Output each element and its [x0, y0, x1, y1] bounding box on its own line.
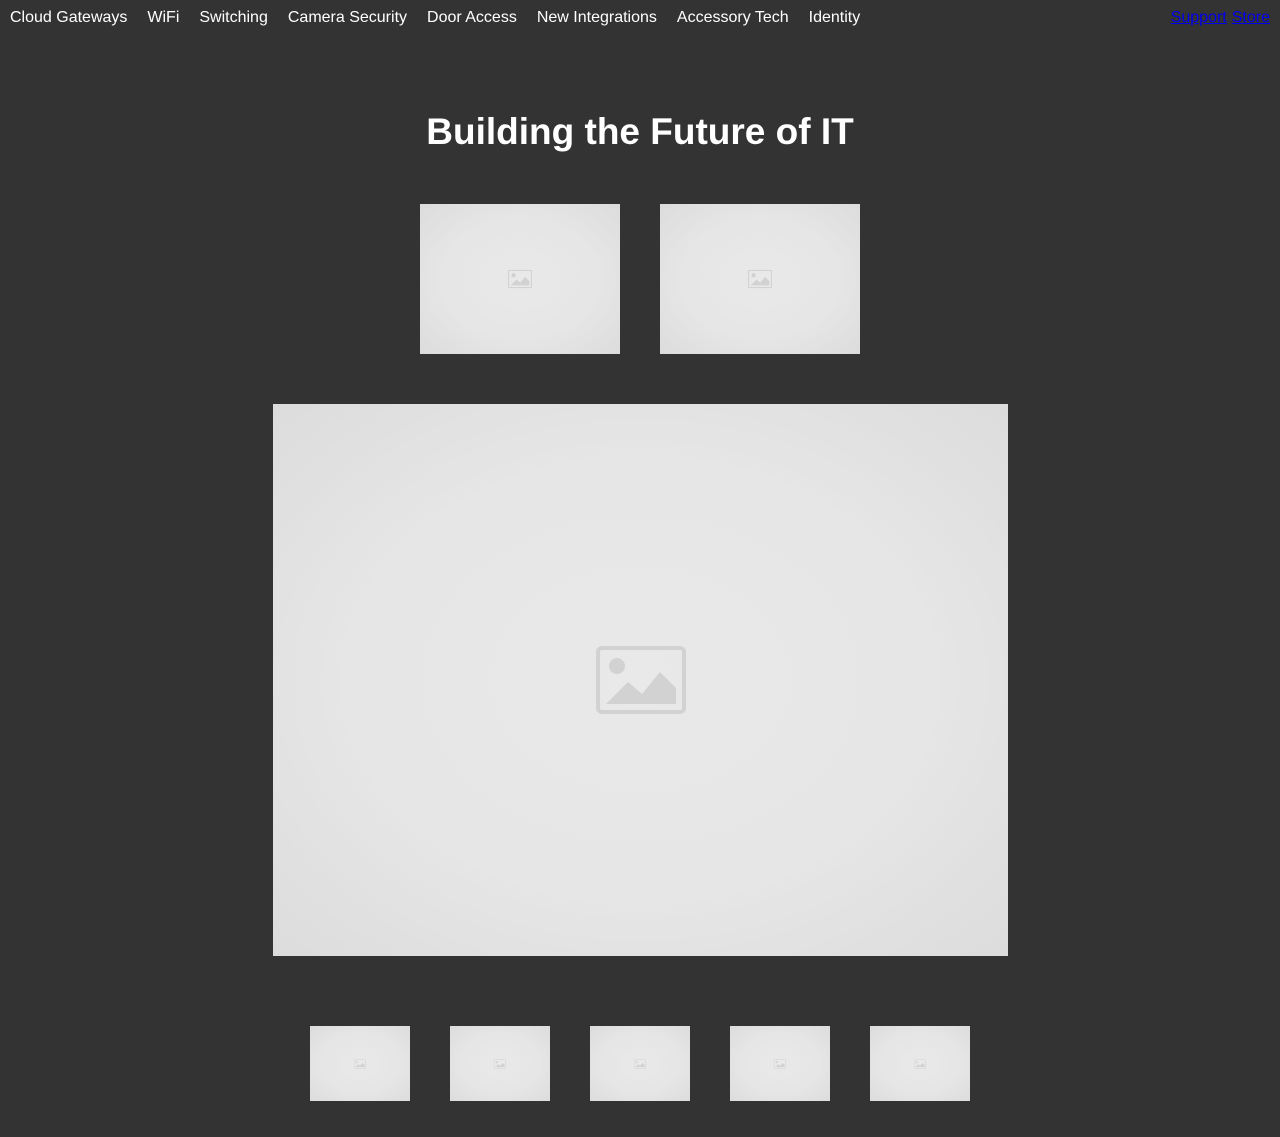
image-placeholder-icon — [774, 1059, 786, 1068]
feature-image-2[interactable] — [660, 204, 860, 354]
thumbnail-1[interactable] — [310, 1026, 410, 1101]
image-placeholder-icon — [634, 1059, 646, 1068]
thumbnail-4[interactable] — [730, 1026, 830, 1101]
nav-item-identity[interactable]: Identity — [809, 9, 861, 27]
nav-item-door-access[interactable]: Door Access — [427, 9, 517, 27]
image-placeholder-icon — [354, 1059, 366, 1068]
page-title: Building the Future of IT — [426, 111, 854, 152]
image-placeholder-icon — [595, 646, 686, 714]
image-placeholder-icon — [748, 269, 772, 289]
nav-item-cloud-gateways[interactable]: Cloud Gateways — [10, 9, 127, 27]
nav-item-wifi[interactable]: WiFi — [147, 9, 179, 27]
thumbnail-2[interactable] — [450, 1026, 550, 1101]
nav-item-camera-security[interactable]: Camera Security — [288, 9, 407, 27]
nav-item-new-integrations[interactable]: New Integrations — [537, 9, 657, 27]
top-navigation: Cloud Gateways WiFi Switching Camera Sec… — [0, 0, 1280, 38]
nav-item-accessory-tech[interactable]: Accessory Tech — [677, 9, 789, 27]
hero-image[interactable] — [273, 404, 1008, 956]
image-placeholder-icon — [494, 1059, 506, 1068]
image-placeholder-icon — [914, 1059, 926, 1068]
product-menu: Cloud Gateways WiFi Switching Camera Sec… — [10, 9, 860, 27]
thumbnail-3[interactable] — [590, 1026, 690, 1101]
feature-image-1[interactable] — [420, 204, 620, 354]
utility-links: Support Store — [1171, 9, 1270, 27]
image-placeholder-icon — [508, 269, 532, 289]
thumbnail-5[interactable] — [870, 1026, 970, 1101]
store-link[interactable]: Store — [1232, 9, 1270, 27]
nav-item-switching[interactable]: Switching — [199, 9, 267, 27]
support-link[interactable]: Support — [1171, 9, 1227, 27]
